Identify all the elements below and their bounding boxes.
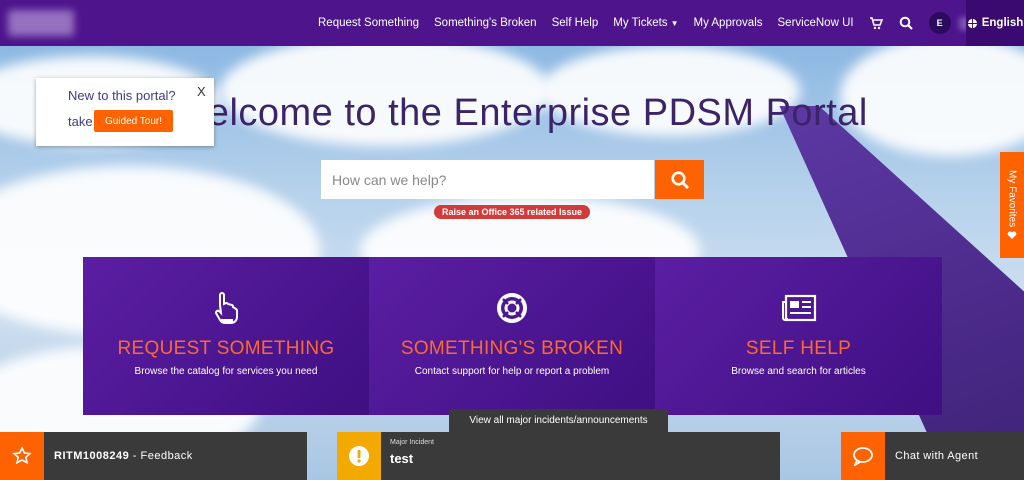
- warning-icon: [337, 432, 381, 480]
- office365-issue-link[interactable]: Raise an Office 365 related Issue: [434, 205, 590, 219]
- card-title: SELF HELP: [745, 338, 852, 359]
- tour-prompt: New to this portal?: [68, 88, 176, 103]
- top-navigation-bar: Request Something Something's Broken Sel…: [0, 0, 1024, 46]
- chevron-down-icon: ▼: [670, 19, 679, 28]
- card-title: REQUEST SOMETHING: [117, 338, 335, 359]
- search-button[interactable]: [655, 160, 704, 199]
- nav-request-something[interactable]: Request Something: [318, 17, 419, 29]
- card-somethings-broken[interactable]: SOMETHING'S BROKEN Contact support for h…: [369, 257, 655, 415]
- language-label: English: [981, 17, 1024, 29]
- pointer-hand-icon: [208, 290, 244, 326]
- feedback-label: RITM1008249 - Feedback: [54, 450, 193, 462]
- card-subtitle: Contact support for help or report a pro…: [414, 366, 610, 377]
- nav-self-help[interactable]: Self Help: [552, 17, 599, 29]
- star-icon: [0, 432, 44, 480]
- chat-with-agent-button[interactable]: Chat with Agent: [841, 432, 1024, 480]
- lifebuoy-icon: [494, 290, 530, 326]
- language-selector[interactable]: English: [966, 0, 1024, 46]
- feedback-suffix: - Feedback: [129, 450, 193, 462]
- major-incident-widget[interactable]: Major Incident test: [337, 432, 780, 480]
- company-logo[interactable]: [8, 10, 74, 36]
- main-nav: Request Something Something's Broken Sel…: [318, 0, 1009, 46]
- search-icon[interactable]: [899, 16, 913, 30]
- nav-my-tickets-label: My Tickets: [613, 17, 668, 29]
- feedback-widget[interactable]: RITM1008249 - Feedback: [0, 432, 307, 480]
- card-subtitle: Browse the catalog for services you need: [134, 366, 318, 377]
- globe-icon: [967, 18, 977, 28]
- incident-label: Major Incident: [390, 439, 434, 446]
- guided-tour-popup: New to this portal? take Guided Tour! X: [36, 78, 214, 146]
- chat-label: Chat with Agent: [895, 450, 979, 462]
- bottom-bar: RITM1008249 - Feedback Major Incident te…: [0, 432, 1024, 480]
- my-favorites-tab[interactable]: My Favorites: [1000, 152, 1024, 258]
- close-icon[interactable]: X: [197, 84, 206, 99]
- avatar[interactable]: E: [928, 12, 951, 34]
- nav-servicenow-ui[interactable]: ServiceNow UI: [778, 17, 854, 29]
- heart-icon: [1007, 231, 1017, 240]
- card-subtitle: Browse and search for articles: [731, 366, 866, 377]
- page-title: Welcome to the Enterprise PDSM Portal: [172, 92, 868, 134]
- view-incidents-link[interactable]: View all major incidents/announcements: [449, 409, 668, 432]
- nav-my-tickets[interactable]: My Tickets ▼: [613, 17, 678, 29]
- cart-icon[interactable]: [869, 16, 883, 30]
- incident-value: test: [390, 451, 414, 466]
- card-title: SOMETHING'S BROKEN: [400, 338, 624, 359]
- guided-tour-button[interactable]: Guided Tour!: [94, 110, 173, 132]
- feedback-ticket: RITM1008249: [54, 450, 130, 462]
- newspaper-icon: [781, 290, 817, 326]
- search-input[interactable]: [321, 160, 654, 199]
- card-request-something[interactable]: REQUEST SOMETHING Browse the catalog for…: [83, 257, 369, 415]
- tour-take-label: take: [68, 114, 93, 129]
- chat-bubble-icon: [841, 432, 885, 480]
- nav-somethings-broken[interactable]: Something's Broken: [434, 17, 537, 29]
- nav-my-approvals[interactable]: My Approvals: [693, 17, 762, 29]
- card-self-help[interactable]: SELF HELP Browse and search for articles: [655, 257, 942, 415]
- search-icon: [670, 170, 689, 189]
- my-favorites-label: My Favorites: [1006, 169, 1018, 228]
